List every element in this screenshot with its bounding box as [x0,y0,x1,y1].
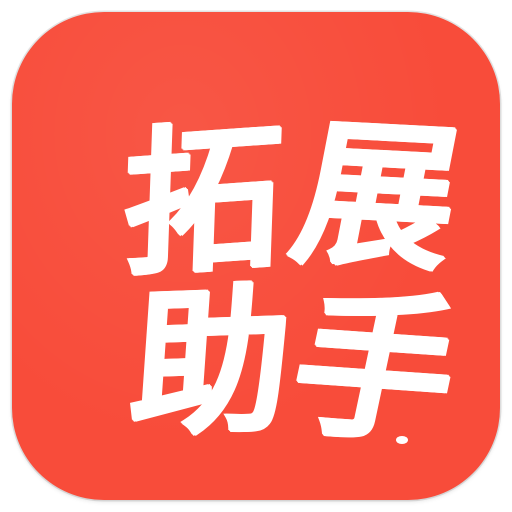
icon-frame: 拓 展 助 手 [0,0,512,512]
glyph-shou: 手 [276,273,474,467]
app-icon[interactable]: 拓 展 助 手 [12,12,500,500]
brush-splash [304,242,311,249]
brush-splash [260,244,270,254]
brush-splash [396,436,408,444]
glyph-zhan: 展 [280,102,474,294]
